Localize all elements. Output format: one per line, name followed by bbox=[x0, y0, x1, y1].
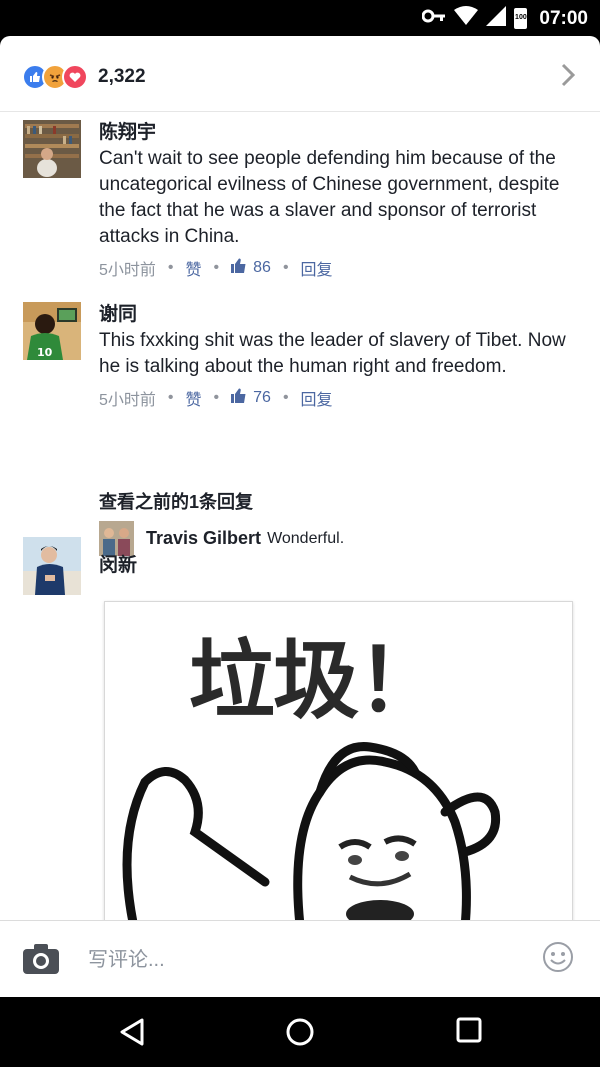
camera-icon[interactable] bbox=[22, 943, 60, 980]
comment-composer: 写评论... bbox=[0, 920, 600, 997]
avatar[interactable] bbox=[99, 521, 134, 556]
separator-dot: • bbox=[213, 389, 220, 406]
cell-signal-icon bbox=[486, 6, 507, 31]
sticker-image[interactable]: 垃圾！ bbox=[104, 601, 573, 963]
chevron-right-icon[interactable] bbox=[560, 62, 576, 93]
comment-text: This fxxking shit was the leader of slav… bbox=[99, 330, 566, 377]
wifi-icon bbox=[454, 6, 479, 31]
reaction-count: 2,322 bbox=[98, 66, 146, 87]
home-icon[interactable] bbox=[285, 1017, 315, 1052]
comment-meta: 5小时前 • 赞 • 86 • 回复 bbox=[99, 256, 576, 280]
avatar[interactable] bbox=[23, 120, 81, 178]
like-button[interactable]: 赞 bbox=[186, 256, 202, 280]
like-count-value: 76 bbox=[253, 389, 271, 406]
vpn-key-icon bbox=[421, 9, 446, 28]
back-icon[interactable] bbox=[118, 1017, 146, 1052]
comment-text: Can't wait to see people defending him b… bbox=[99, 148, 560, 247]
like-button[interactable]: 赞 bbox=[186, 386, 202, 410]
recent-apps-icon[interactable] bbox=[456, 1017, 482, 1048]
avatar[interactable]: 10 bbox=[23, 302, 81, 360]
separator-dot: • bbox=[213, 259, 220, 276]
emoji-icon[interactable] bbox=[542, 941, 574, 978]
separator-dot: • bbox=[282, 259, 289, 276]
reply-button[interactable]: 回复 bbox=[301, 386, 333, 410]
separator-dot: • bbox=[282, 389, 289, 406]
reaction-icons bbox=[22, 64, 88, 90]
comment-timestamp: 5小时前 bbox=[99, 262, 156, 279]
battery-icon: 100 bbox=[514, 8, 528, 29]
battery-level: 100 bbox=[515, 14, 527, 21]
svg-text:10: 10 bbox=[37, 346, 53, 359]
reply-button[interactable]: 回复 bbox=[301, 256, 333, 280]
comments-panel: 2,322 陈翔宇 Can't wait to see people defen… bbox=[0, 36, 600, 997]
comment-input[interactable]: 写评论... bbox=[88, 943, 165, 972]
thumbs-up-icon bbox=[231, 388, 247, 408]
separator-dot: • bbox=[167, 259, 174, 276]
clock: 07:00 bbox=[539, 7, 588, 29]
view-previous-replies-link[interactable]: 查看之前的1条回复 bbox=[99, 488, 253, 514]
like-count[interactable]: 76 bbox=[231, 388, 271, 408]
comment-meta: 5小时前 • 赞 • 76 • 回复 bbox=[99, 386, 576, 410]
reply: Travis Gilbert Wonderful. bbox=[99, 521, 344, 556]
love-icon bbox=[62, 64, 88, 90]
comment-author[interactable]: 谢同 bbox=[99, 302, 576, 328]
reactions-summary[interactable]: 2,322 bbox=[0, 36, 600, 112]
comment-author[interactable]: 陈翔宇 bbox=[99, 120, 576, 146]
thumbs-up-icon bbox=[231, 258, 247, 278]
reply-author[interactable]: Travis Gilbert bbox=[146, 528, 261, 549]
avatar[interactable] bbox=[23, 537, 81, 595]
comment-timestamp: 5小时前 bbox=[99, 392, 156, 409]
separator-dot: • bbox=[167, 389, 174, 406]
status-bar: 100 07:00 bbox=[0, 0, 600, 36]
like-count-value: 86 bbox=[253, 259, 271, 276]
like-count[interactable]: 86 bbox=[231, 258, 271, 278]
comment-author[interactable]: 闵新 bbox=[99, 553, 576, 579]
system-nav-bar bbox=[0, 997, 600, 1067]
sticker-drawing bbox=[122, 742, 501, 962]
reply-text: Wonderful. bbox=[267, 529, 345, 547]
